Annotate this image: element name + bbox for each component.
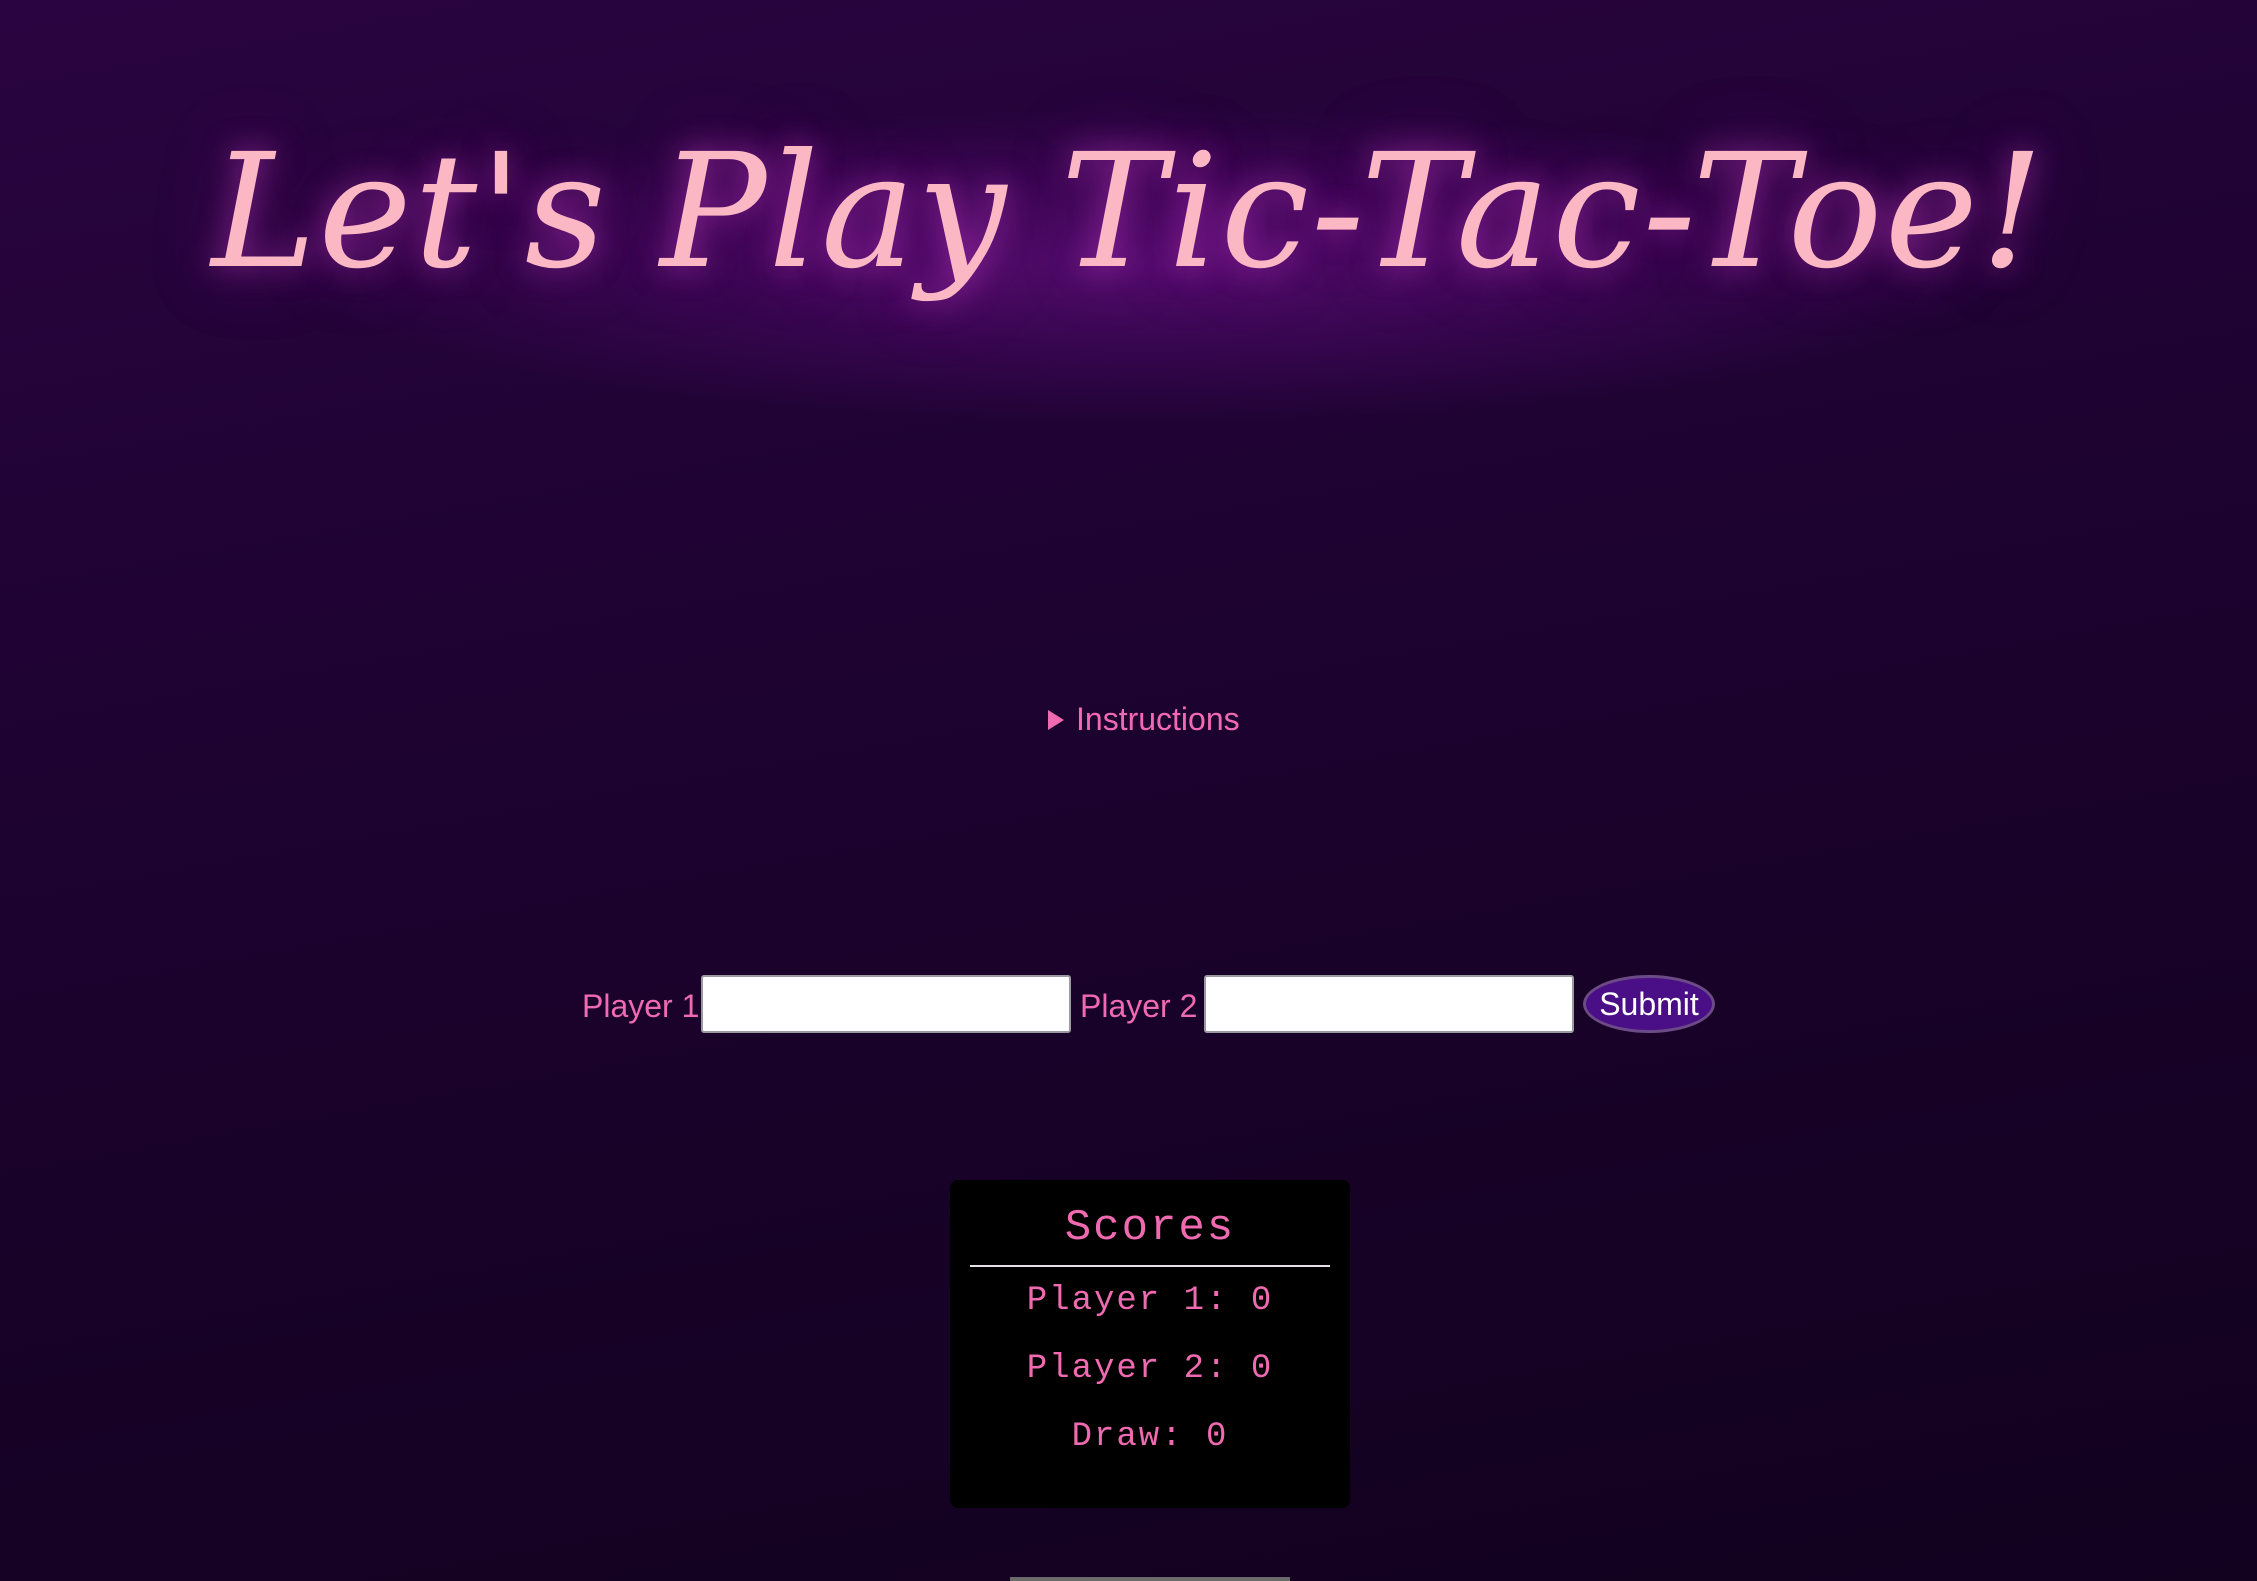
player2-name-input[interactable] [1204, 975, 1574, 1033]
scores-panel: Scores Player 1: 0 Player 2: 0 Draw: 0 [950, 1180, 1350, 1508]
next-section-edge [1010, 1577, 1290, 1581]
page-title: Let's Play Tic-Tac-Toe! [211, 120, 2046, 304]
score-player1: Player 1: 0 [1026, 1282, 1274, 1320]
player2-label: Player 2 [1080, 988, 1198, 1024]
instructions-toggle[interactable]: Instructions [1048, 701, 1240, 738]
scores-title: Scores [1064, 1203, 1236, 1253]
instructions-label: Instructions [1076, 701, 1240, 737]
player1-label: Player 1 [582, 988, 700, 1024]
player1-name-input[interactable] [701, 975, 1071, 1033]
disclosure-triangle-icon [1048, 709, 1064, 730]
score-player2: Player 2: 0 [1026, 1350, 1274, 1388]
submit-button[interactable]: Submit [1583, 975, 1715, 1033]
score-draw: Draw: 0 [1071, 1418, 1229, 1456]
